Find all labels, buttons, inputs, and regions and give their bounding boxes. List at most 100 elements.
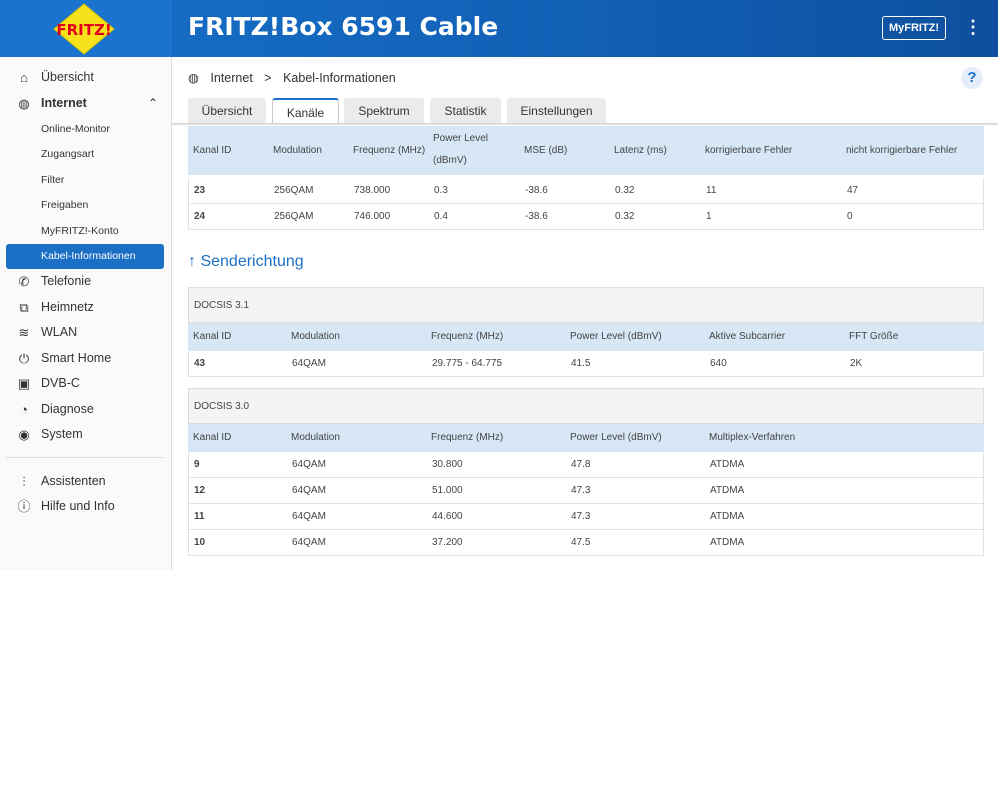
sidebar-item-internet[interactable]: ◍ Internet ⌃	[6, 91, 164, 116]
column-header: Multiplex-Verfahren	[709, 432, 796, 443]
phone-icon: ✆	[18, 274, 30, 289]
tab-einstellungen[interactable]: Einstellungen	[507, 98, 606, 124]
sidebar-item-system[interactable]: ◉ System	[6, 422, 164, 447]
table-cell: 64QAM	[292, 485, 326, 496]
wifi-icon: ≋	[18, 325, 30, 340]
table-cell: 64QAM	[292, 537, 326, 548]
sidebar-item-online-monitor[interactable]: Online-Monitor	[6, 117, 164, 142]
docsis31-table: DOCSIS 3.1 Kanal ID Modulation Frequenz (MH…	[188, 287, 984, 377]
sidebar-item-assistenten[interactable]: ⫶ Assistenten	[6, 469, 164, 494]
docsis-group-label: DOCSIS 3.1	[188, 287, 984, 323]
column-header: Modulation	[273, 145, 322, 156]
diagnose-icon: ◔	[20, 402, 28, 417]
sidebar-item-dvb-c[interactable]: ▣ DVB-C	[6, 371, 164, 396]
system-icon: ◉	[18, 427, 30, 442]
home-icon: ⌂	[20, 70, 28, 85]
downstream-table: Kanal ID Modulation Frequenz (MHz) Power Le…	[188, 126, 984, 230]
sidebar-item-zugangsart[interactable]: Zugangsart	[6, 142, 164, 167]
table-cell: ATDMA	[710, 511, 745, 522]
network-icon: ⧉	[19, 300, 29, 315]
table-cell: 0.32	[615, 211, 635, 222]
table-cell: 64QAM	[292, 459, 326, 470]
tab-shadow	[172, 123, 998, 126]
column-header: Power Level (dBmV)	[570, 432, 662, 443]
table-cell: -38.6	[525, 185, 548, 196]
column-header: Kanal ID	[193, 145, 232, 156]
table-header: Kanal ID Modulation Frequenz (MHz) Power Le…	[188, 424, 984, 452]
tab-spektrum[interactable]: Spektrum	[344, 98, 424, 124]
table-cell: -38.6	[525, 211, 548, 222]
sidebar-item-wlan[interactable]: ≋ WLAN	[6, 320, 164, 345]
table-cell: 11	[706, 185, 717, 196]
help-button[interactable]: ?	[961, 67, 983, 89]
column-header: Modulation	[291, 331, 340, 342]
sidebar-item-freigaben[interactable]: Freigaben	[6, 193, 164, 218]
table-cell: ATDMA	[710, 485, 745, 496]
myfritz-button[interactable]: MyFRITZ!	[882, 16, 946, 40]
sidebar-item-telefonie[interactable]: ✆ Telefonie	[6, 269, 164, 294]
table-cell: 47.3	[571, 511, 591, 522]
breadcrumb-current: Kabel-Informationen	[283, 71, 396, 85]
senderichtung-heading: ↑ Senderichtung	[188, 253, 304, 270]
sidebar-item-smart-home[interactable]: ⏻ Smart Home	[6, 346, 164, 371]
svg-text:FRITZ!: FRITZ!	[56, 21, 111, 39]
table-header: Kanal ID Modulation Frequenz (MHz) Power Le…	[188, 126, 984, 175]
column-header: Frequenz (MHz)	[353, 145, 426, 156]
tab-uebersicht[interactable]: Übersicht	[188, 98, 266, 124]
table-cell: 41.5	[571, 358, 591, 369]
page-title: FRITZ!Box 6591 Cable	[188, 12, 499, 41]
column-header: Kanal ID	[193, 331, 232, 342]
table-cell: 51.000	[432, 485, 463, 496]
fritz-logo[interactable]: FRITZ!	[52, 3, 116, 55]
kebab-icon[interactable]: ⋮	[964, 17, 982, 38]
globe-icon: ◍	[18, 96, 30, 111]
column-header: Modulation	[291, 432, 340, 443]
breadcrumb-internet[interactable]: Internet	[210, 71, 252, 85]
table-cell: 47.8	[571, 459, 591, 470]
chevron-up-icon[interactable]: ⌃	[148, 91, 158, 116]
sidebar-item-uebersicht[interactable]: ⌂ Übersicht	[6, 65, 164, 90]
table-cell: 64QAM	[292, 511, 326, 522]
header: FRITZ! FRITZ!Box 6591 Cable MyFRITZ! ⋮	[0, 0, 998, 57]
table-row: 43 64QAM 29.775 - 64.775 41.5 640 2K	[188, 351, 984, 377]
column-header: FFT Größe	[849, 331, 899, 342]
table-cell: 44.600	[432, 511, 463, 522]
sidebar: ⌂ Übersicht ◍ Internet ⌃ Online-Monitor Zug…	[0, 57, 172, 570]
table-cell: 29.775 - 64.775	[432, 358, 503, 369]
table-cell: ATDMA	[710, 537, 745, 548]
tab-statistik[interactable]: Statistik	[430, 98, 501, 124]
sidebar-item-filter[interactable]: Filter	[6, 168, 164, 193]
table-cell: 0	[847, 211, 853, 222]
column-header: korrigierbare Fehler	[705, 145, 793, 156]
sidebar-item-kabel-informationen[interactable]: Kabel-Informationen	[6, 244, 164, 269]
column-header: Latenz (ms)	[614, 145, 667, 156]
docsis-group-label: DOCSIS 3.0	[188, 388, 984, 424]
table-cell: 23	[194, 185, 206, 196]
table-cell: 47	[847, 185, 859, 196]
sidebar-item-myfritz-konto[interactable]: MyFRITZ!-Konto	[6, 219, 164, 244]
tab-kanaele[interactable]: Kanäle	[272, 98, 339, 124]
globe-icon: ◍	[188, 71, 199, 85]
smart-home-icon: ⏻	[18, 351, 30, 366]
sidebar-item-heimnetz[interactable]: ⧉ Heimnetz	[6, 295, 164, 320]
tv-icon: ▣	[17, 376, 31, 391]
column-header: Aktive Subcarrier	[709, 331, 786, 342]
docsis30-table: DOCSIS 3.0 Kanal ID Modulation Frequenz (MH…	[188, 388, 984, 556]
column-header: Power Level (dBmV)	[433, 133, 489, 166]
sidebar-item-hilfe[interactable]: ⓘ Hilfe und Info	[6, 494, 164, 519]
column-header: MSE (dB)	[524, 145, 568, 156]
column-header: Power Level (dBmV)	[570, 331, 662, 342]
breadcrumb: ◍ Internet > Kabel-Informationen	[188, 70, 404, 86]
table-cell: 30.800	[432, 459, 463, 470]
table-cell: 0.3	[434, 185, 448, 196]
table-cell: 47.5	[571, 537, 591, 548]
table-cell: 24	[194, 211, 206, 222]
logo-area: FRITZ!	[0, 0, 172, 57]
table-cell: 0.4	[434, 211, 448, 222]
table-cell: 2K	[850, 358, 863, 369]
table-cell: 10	[194, 537, 206, 548]
table-row: 11 64QAM 44.600 47.3 ATDMA	[188, 504, 984, 530]
chevron-right-icon: >	[264, 71, 272, 85]
table-cell: 64QAM	[292, 358, 326, 369]
sidebar-item-diagnose[interactable]: ◔ Diagnose	[6, 397, 164, 422]
